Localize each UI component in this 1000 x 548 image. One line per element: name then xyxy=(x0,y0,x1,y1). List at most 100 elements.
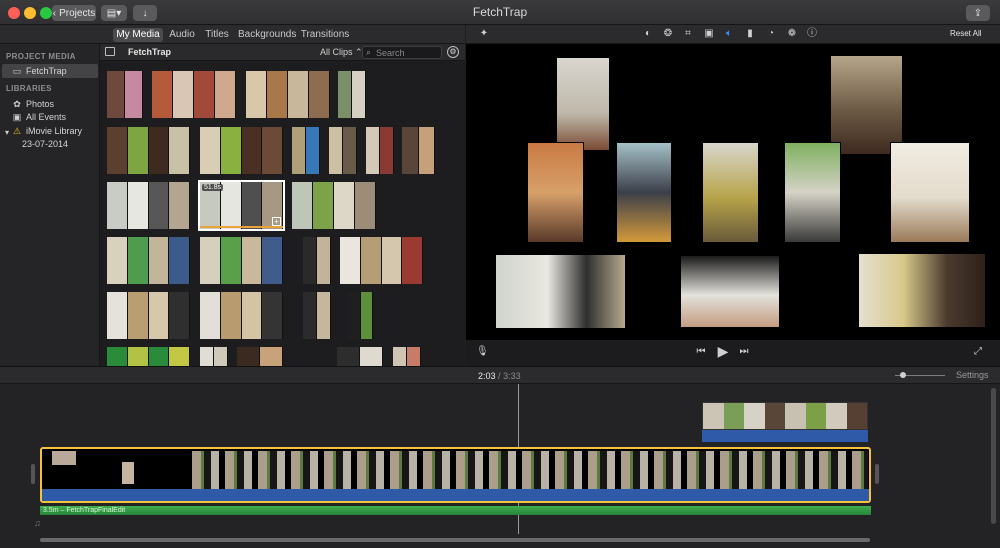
clip-thumbnail[interactable] xyxy=(152,71,236,118)
timeline: 3.5m – FetchTrapFinalEdit ♫ xyxy=(0,384,1000,548)
overlay-clip-audio-bar xyxy=(702,430,868,442)
browser-settings-gear-icon[interactable]: ⚙ xyxy=(447,46,459,58)
share-icon: ⇪ xyxy=(973,7,983,19)
sidebar-item-label: All Events xyxy=(26,112,67,122)
video-tile-keyboard xyxy=(495,254,626,329)
tab-transitions[interactable]: Transitions xyxy=(300,28,350,42)
audio-clip-label: 3.5m – FetchTrapFinalEdit xyxy=(43,507,126,514)
speed-icon[interactable]: ◔ xyxy=(765,28,777,40)
viewer-toolbar: ✦ ◐ ❂ ⌗ ▣ 🔈︎ ▮ ◔ ❁ ⓘ Reset All xyxy=(466,25,1000,44)
time-separator: / xyxy=(498,371,501,381)
clip-thumbnail[interactable] xyxy=(200,237,283,284)
noise-reduction-icon[interactable]: ▮ xyxy=(744,28,756,40)
clip-thumbnail[interactable] xyxy=(107,127,190,174)
timeline-frames-strip xyxy=(192,451,868,489)
fullscreen-icon[interactable]: ⤢ xyxy=(972,346,984,358)
timeline-frame xyxy=(122,462,134,484)
warning-icon: ⚠ xyxy=(12,126,22,136)
video-tile-sax-4 xyxy=(890,142,970,243)
tab-my-media[interactable]: My Media xyxy=(113,28,163,42)
sidebar-item-label: FetchTrap xyxy=(26,66,67,76)
tab-titles[interactable]: Titles xyxy=(203,28,231,42)
overlay-clip[interactable] xyxy=(702,402,868,430)
magic-wand-icon[interactable]: ✦ xyxy=(478,28,490,40)
sidebar-item-label: iMovie Library xyxy=(26,126,83,136)
sidebar-item-fetchtrap[interactable]: ▭ FetchTrap xyxy=(2,64,98,78)
sidebar-item-all-events[interactable]: ▣ All Events xyxy=(2,110,98,124)
background-audio-clip[interactable]: 3.5m – FetchTrapFinalEdit xyxy=(40,506,871,515)
timecode: 2:03 / 3:33 xyxy=(478,371,521,381)
camera-stabilization-icon[interactable]: ▣ xyxy=(703,28,715,40)
search-icon: ⌕ xyxy=(366,47,372,57)
sidebar-item-event-date[interactable]: 23-07-2014 xyxy=(2,137,98,151)
search-field[interactable]: ⌕ Search xyxy=(362,46,442,59)
clip-duration-badge: 51.8s xyxy=(202,184,224,191)
info-icon[interactable]: ⓘ xyxy=(806,28,818,40)
clip-thumbnail[interactable] xyxy=(246,71,330,118)
main-clip-audio-bar xyxy=(42,489,869,501)
clip-thumbnail[interactable] xyxy=(292,127,320,174)
play-icon[interactable]: ▶ xyxy=(717,344,729,358)
clip-filter-select[interactable]: All Clips ⌃ xyxy=(320,47,363,58)
clip-thumbnail[interactable] xyxy=(200,347,228,366)
clip-thumbnail[interactable] xyxy=(107,237,190,284)
current-time: 2:03 xyxy=(478,371,496,381)
tab-backgrounds[interactable]: Backgrounds xyxy=(238,28,296,42)
volume-icon[interactable]: 🔈︎ xyxy=(723,28,735,40)
clip-thumbnail[interactable] xyxy=(200,127,283,174)
media-browser: 51.8s + xyxy=(100,61,465,366)
clip-thumbnail[interactable] xyxy=(393,347,421,366)
skip-back-icon[interactable]: ⏮︎ xyxy=(695,346,707,358)
sidebar-item-photos[interactable]: ✿ Photos xyxy=(2,97,98,111)
clip-thumbnail[interactable] xyxy=(303,292,331,339)
clip-thumbnail[interactable] xyxy=(200,292,283,339)
timeline-settings-button[interactable]: Settings xyxy=(956,370,989,380)
video-tile-sax-2 xyxy=(702,142,759,243)
add-clip-plus-icon[interactable]: + xyxy=(272,217,281,226)
zoom-slider-knob[interactable] xyxy=(900,372,906,378)
sidebar-item-imovie-library[interactable]: ▾ ⚠ iMovie Library xyxy=(2,124,98,138)
browser-title: FetchTrap xyxy=(128,47,172,57)
title-bar: ‹ Projects ▤▾ ↓ FetchTrap ⇪ xyxy=(0,0,1000,25)
clip-thumbnail[interactable] xyxy=(292,182,376,229)
clip-thumbnail[interactable] xyxy=(366,127,394,174)
clip-thumbnail[interactable] xyxy=(237,347,283,366)
total-time: 3:33 xyxy=(503,371,521,381)
color-balance-icon[interactable]: ◐ xyxy=(642,28,654,40)
project-media-heading: PROJECT MEDIA xyxy=(6,52,76,61)
trim-handle-right[interactable] xyxy=(875,464,879,484)
clip-thumbnail[interactable] xyxy=(402,127,435,174)
crop-icon[interactable]: ⌗ xyxy=(682,28,694,40)
color-palette-icon[interactable]: ❂ xyxy=(662,28,674,40)
media-tab-bar: My Media Audio Titles Backgrounds Transi… xyxy=(0,25,465,44)
video-tile-piano-hands xyxy=(680,255,780,328)
clip-range-bar xyxy=(200,226,283,228)
tab-audio[interactable]: Audio xyxy=(167,28,197,42)
clip-filter-icon[interactable]: ❁ xyxy=(786,28,798,40)
browser-header: FetchTrap All Clips ⌃ ⌕ Search ⚙ xyxy=(100,44,465,61)
playback-controls: 🎙︎ ⏮︎ ▶ ⏭︎ ⤢ xyxy=(466,340,1000,366)
timeline-horizontal-scrollbar[interactable] xyxy=(40,538,870,542)
clip-thumbnail[interactable] xyxy=(107,71,143,118)
audio-clip-thumbnail[interactable] xyxy=(107,347,190,366)
clip-thumbnail[interactable] xyxy=(329,127,357,174)
reset-all-button[interactable]: Reset All xyxy=(950,29,982,38)
trim-handle-left[interactable] xyxy=(31,464,35,484)
sidebar-toggle-icon[interactable] xyxy=(105,47,115,56)
timeline-vertical-scrollbar[interactable] xyxy=(991,388,996,524)
clip-thumbnail[interactable] xyxy=(107,182,190,229)
microphone-icon[interactable]: 🎙︎ xyxy=(476,346,489,358)
clip-thumbnail[interactable] xyxy=(337,347,383,366)
clip-thumbnail[interactable] xyxy=(303,237,331,284)
main-storyline-clip[interactable] xyxy=(40,447,871,503)
skip-forward-icon[interactable]: ⏭︎ xyxy=(738,346,750,358)
library-sidebar: PROJECT MEDIA ▭ FetchTrap LIBRARIES ✿ Ph… xyxy=(0,44,100,366)
clip-thumbnail[interactable] xyxy=(338,71,366,118)
clip-thumbnail[interactable] xyxy=(348,292,373,339)
clip-thumbnail[interactable] xyxy=(107,292,190,339)
clip-thumbnail[interactable] xyxy=(340,237,423,284)
share-button[interactable]: ⇪ xyxy=(966,5,990,21)
viewer-canvas xyxy=(466,44,1000,340)
clip-filter-label: All Clips xyxy=(320,47,353,57)
sidebar-item-label: Photos xyxy=(26,99,55,109)
